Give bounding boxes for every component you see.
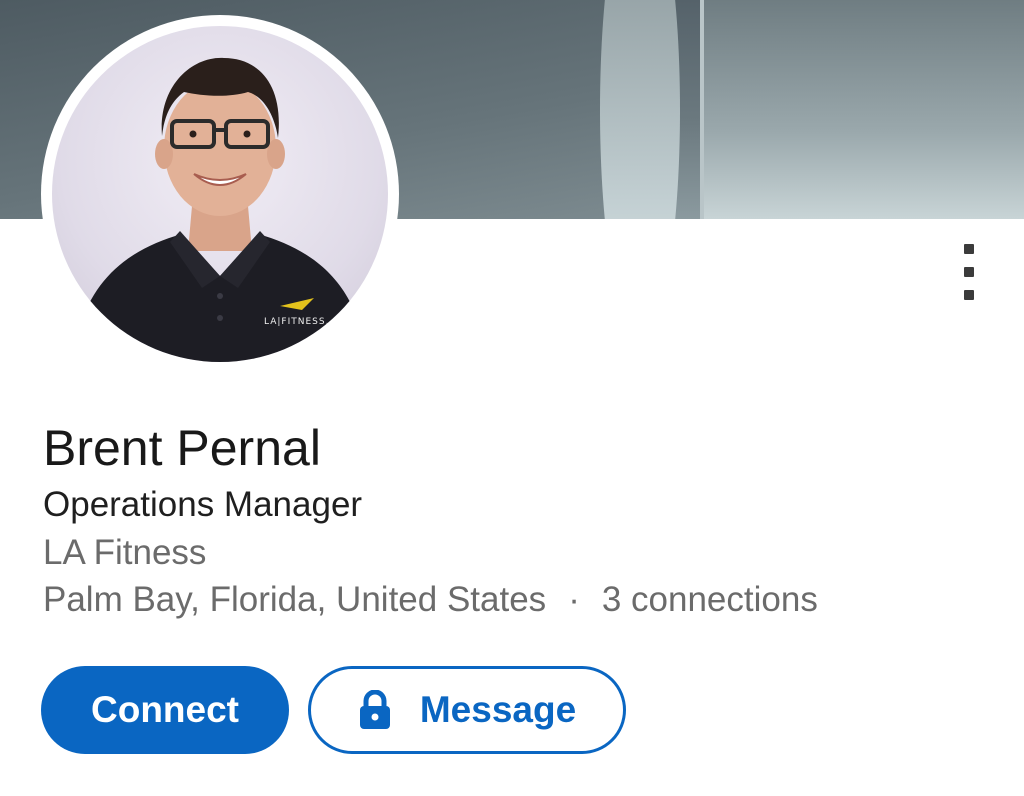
person-photo-illustration: LA|FITNESS.: [72, 57, 368, 362]
vertical-ellipsis-icon: [964, 244, 974, 254]
vertical-ellipsis-icon-dot: [964, 267, 974, 277]
connections-count[interactable]: 3 connections: [602, 580, 818, 619]
profile-name: Brent Pernal: [43, 420, 321, 476]
avatar[interactable]: LA|FITNESS.: [41, 15, 399, 373]
connect-button[interactable]: Connect: [41, 666, 289, 754]
shirt-logo-text: LA|FITNESS.: [264, 317, 329, 327]
vertical-ellipsis-icon-dot: [964, 290, 974, 300]
profile-headline: Operations Manager: [43, 485, 363, 524]
profile-location: Palm Bay, Florida, United States: [43, 580, 547, 619]
connect-button-label: Connect: [91, 689, 239, 730]
banner-right-panel: [704, 0, 1024, 219]
location-row: Palm Bay, Florida, United States · 3 conne…: [43, 579, 818, 621]
separator-dot: ·: [568, 580, 580, 619]
banner-curve: [600, 0, 680, 219]
profile-page: LA|FITNESS. Brent Pernal Operations Mana…: [0, 0, 1024, 796]
message-button[interactable]: Message: [308, 666, 626, 754]
more-options-button[interactable]: [950, 240, 988, 304]
profile-company[interactable]: LA Fitness: [43, 532, 206, 574]
avatar-photo: LA|FITNESS.: [52, 26, 388, 362]
lock-icon: [359, 690, 390, 729]
message-button-label: Message: [419, 689, 577, 730]
